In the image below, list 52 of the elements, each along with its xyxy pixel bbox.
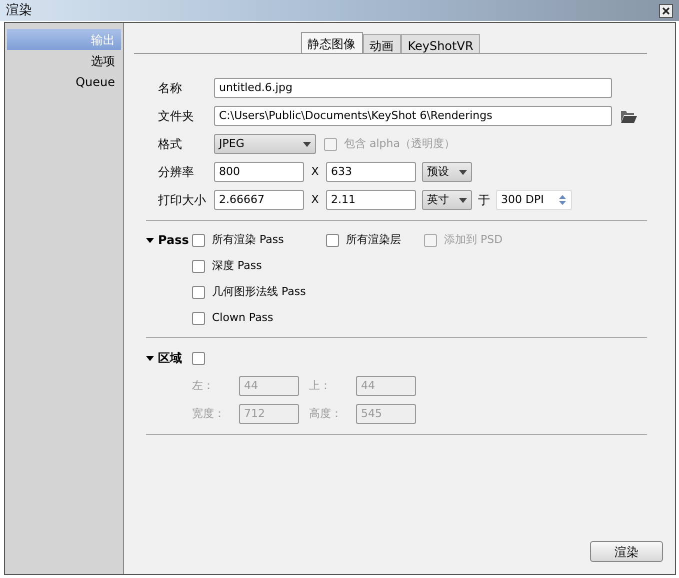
field-label: 上：	[309, 378, 332, 394]
name-field[interactable]: untitled.6.jpg	[214, 78, 612, 98]
field-label: 打印大小	[158, 192, 207, 209]
caret-icon	[459, 198, 467, 202]
section-title: Pass	[158, 232, 189, 249]
caret-icon	[146, 356, 154, 362]
print-height-field[interactable]: 2.11	[326, 190, 416, 210]
field-label: 高度：	[309, 406, 343, 422]
tab[interactable]: KeyShotVR	[400, 34, 480, 53]
checkbox-label: 包含 alpha（透明度）	[344, 136, 455, 152]
window-title: 渲染	[6, 2, 32, 20]
sidebar-item[interactable]: Queue	[7, 71, 121, 92]
folder-field[interactable]: C:\Users\Public\Documents\KeyShot 6\Renderings	[214, 106, 612, 126]
times-label: X	[310, 164, 320, 180]
close-icon	[662, 6, 670, 14]
height-field[interactable]: 633	[326, 162, 416, 182]
field-label: 宽度：	[192, 406, 226, 422]
print-width-field[interactable]: 2.66667	[214, 190, 304, 210]
sidebar-item[interactable]: 选项	[7, 50, 121, 71]
folder-icon[interactable]	[620, 110, 637, 122]
checkbox-label: 所有渲染层	[346, 232, 401, 248]
field-label: 左：	[192, 378, 215, 394]
caret-icon	[146, 238, 154, 244]
checkbox[interactable]	[192, 234, 205, 246]
tab[interactable]: 动画	[362, 34, 401, 53]
section-title: 区域	[158, 350, 182, 367]
times-label: X	[310, 192, 320, 208]
checkbox[interactable]	[192, 312, 205, 324]
checkbox-label: 所有渲染 Pass	[212, 232, 284, 248]
field-label: 格式	[158, 136, 183, 153]
checkbox-label: 添加到 PSD	[444, 232, 503, 248]
checkbox-label: Clown Pass	[212, 310, 274, 326]
width-field[interactable]: 800	[214, 162, 304, 182]
checkbox[interactable]	[192, 286, 205, 298]
unit-dropdown[interactable]: 英寸	[422, 190, 472, 210]
preset-dropdown[interactable]: 预设	[422, 162, 472, 182]
field-label: 文件夹	[158, 108, 195, 125]
format-dropdown[interactable]: JPEG	[214, 134, 316, 154]
spin-arrows-icon[interactable]	[558, 193, 567, 207]
render-button[interactable]: 渲染	[590, 541, 663, 562]
at-label: 于	[478, 192, 490, 209]
field-label: 分辨率	[158, 164, 195, 181]
dpi-spinbox[interactable]: 300 DPI	[496, 190, 572, 210]
close-button[interactable]	[659, 4, 673, 18]
checkbox[interactable]	[326, 234, 339, 246]
checkbox-label: 深度 Pass	[212, 258, 262, 274]
tab[interactable]: 静态图像	[300, 32, 363, 53]
checkbox-label: 几何图形法线 Pass	[212, 284, 306, 300]
checkbox[interactable]	[192, 260, 205, 272]
caret-icon	[303, 142, 311, 146]
caret-icon	[459, 170, 467, 174]
field-label: 名称	[158, 80, 183, 97]
